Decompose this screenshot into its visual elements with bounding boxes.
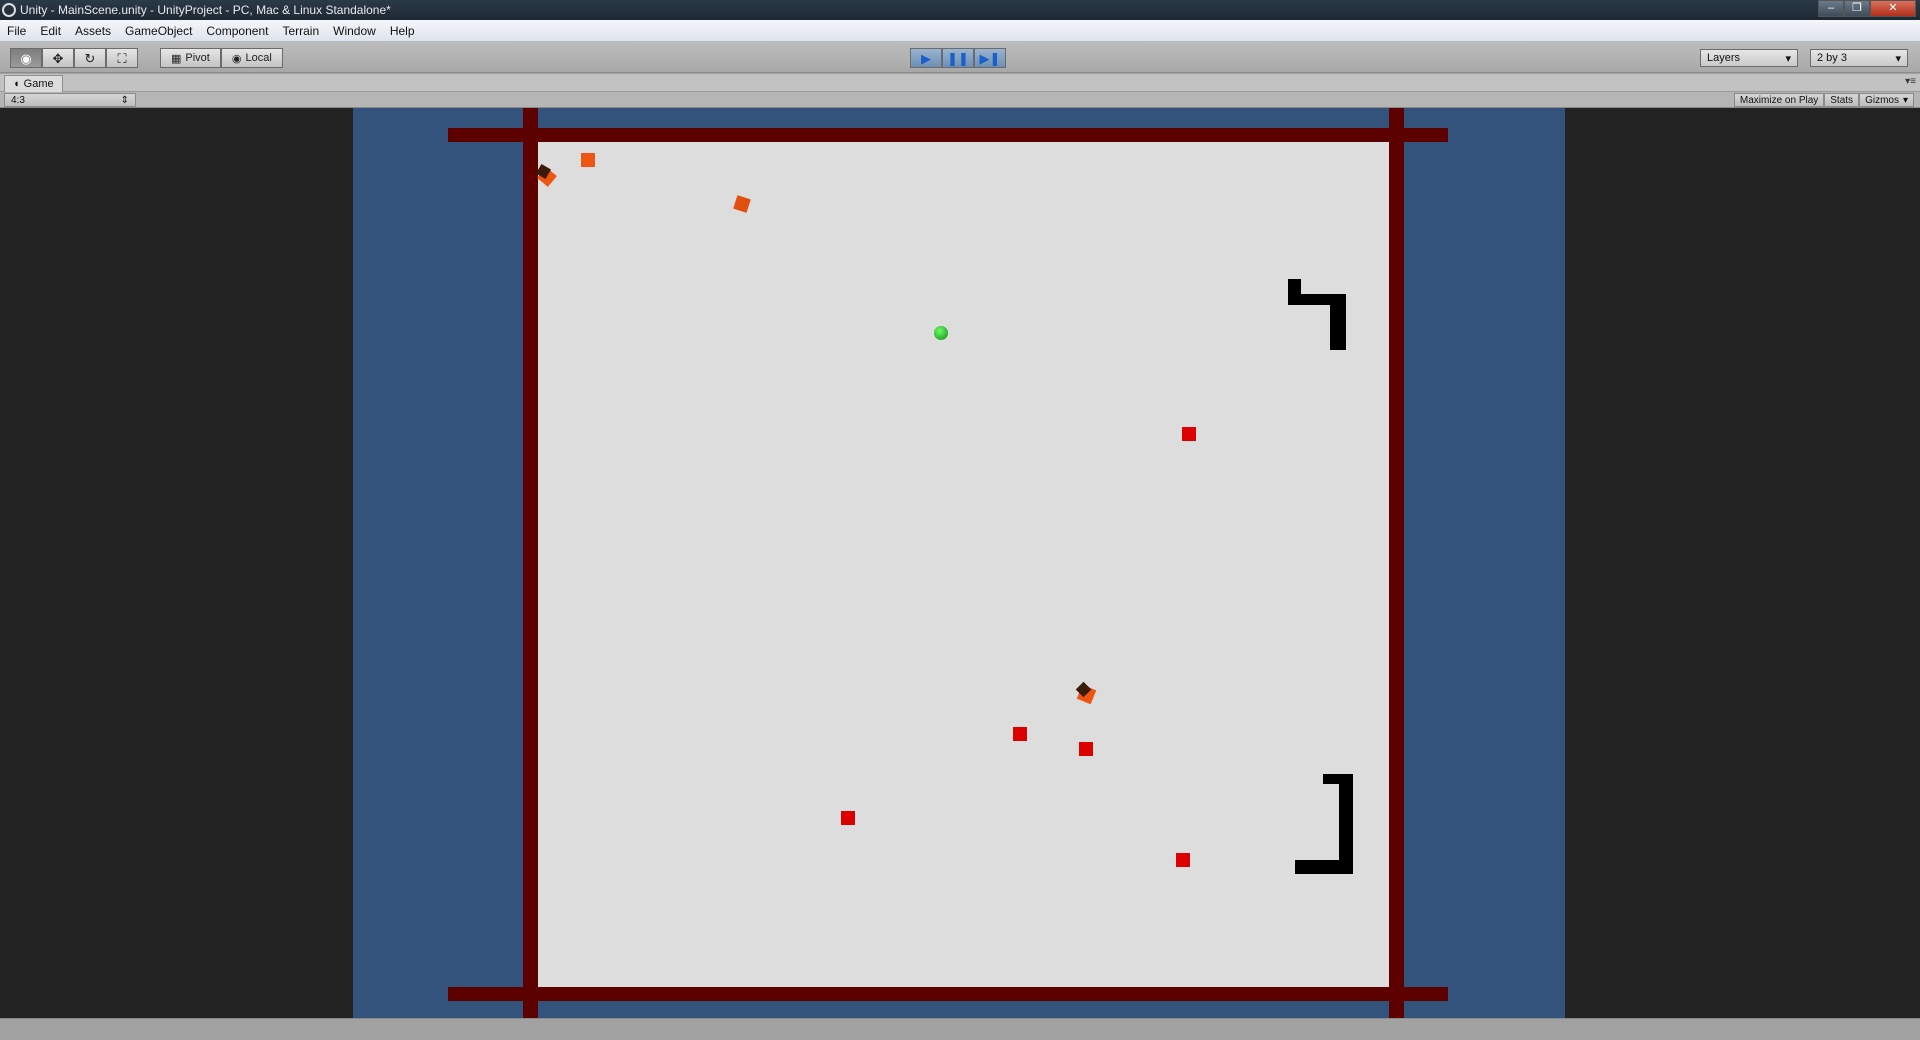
- pivot-label: Pivot: [185, 52, 210, 64]
- obstacle-block: [1295, 860, 1353, 874]
- aspect-label: 4:3: [11, 94, 25, 106]
- toolbar: ◉ ✥ ↻ ⛶ ▦ Pivot ◉ Local ▶ ❚❚ ▶❚ Layers ▾ 2 …: [0, 42, 1920, 73]
- restore-button[interactable]: ❐: [1844, 0, 1870, 17]
- step-button[interactable]: ▶❚: [974, 48, 1006, 68]
- pivot-icon: ▦: [171, 52, 182, 65]
- layout-dropdown[interactable]: 2 by 3 ▾: [1810, 49, 1908, 67]
- pacman-icon: ◖: [13, 78, 20, 90]
- maximize-on-play-button[interactable]: Maximize on Play: [1733, 93, 1825, 107]
- stats-button[interactable]: Stats: [1824, 93, 1860, 107]
- playback-controls: ▶ ❚❚ ▶❚: [910, 48, 1006, 68]
- pickup-cube: [581, 153, 595, 167]
- view-tool-button[interactable]: ◉: [10, 48, 42, 68]
- menu-window[interactable]: Window: [326, 20, 383, 38]
- enemy-cube: [1182, 427, 1196, 441]
- enemy-cube: [1176, 853, 1190, 867]
- pause-icon: ❚❚: [947, 50, 969, 66]
- tab-game[interactable]: ◖ Game: [4, 75, 63, 92]
- tab-game-label: Game: [23, 78, 54, 90]
- menu-bar: File Edit Assets GameObject Component Terrain…: [0, 20, 1920, 42]
- chevron-down-icon: ▾: [1895, 52, 1901, 65]
- gizmos-button[interactable]: Gizmos ▾: [1859, 93, 1914, 107]
- menu-terrain[interactable]: Terrain: [275, 20, 326, 38]
- game-viewport[interactable]: [0, 108, 1920, 1018]
- enemy-cube: [1079, 742, 1093, 756]
- playfield-floor: [538, 142, 1389, 988]
- obstacle-block: [1339, 774, 1353, 874]
- layers-dropdown[interactable]: Layers ▾: [1700, 49, 1798, 67]
- step-icon: ▶❚: [979, 50, 1001, 66]
- menu-file[interactable]: File: [0, 20, 33, 38]
- window-title: Unity - MainScene.unity - UnityProject -…: [20, 3, 391, 17]
- layout-label: 2 by 3: [1817, 52, 1847, 64]
- obstacle-block: [1330, 294, 1346, 350]
- local-icon: ◉: [231, 52, 242, 65]
- rotate-tool-button[interactable]: ↻: [74, 48, 106, 68]
- player-ball: [934, 326, 948, 340]
- game-tab-bar: ◖ Game ▾≡: [0, 74, 1920, 92]
- enemy-cube: [841, 811, 855, 825]
- game-view-buttons: Maximize on Play Stats Gizmos ▾: [1733, 93, 1914, 107]
- menu-gameobject[interactable]: GameObject: [118, 20, 199, 38]
- menu-assets[interactable]: Assets: [68, 20, 118, 38]
- window-controls: – ❐ ✕: [1818, 0, 1916, 18]
- menu-edit[interactable]: Edit: [33, 20, 68, 38]
- wall-bottom: [448, 987, 1448, 1001]
- minimize-button[interactable]: –: [1818, 0, 1844, 17]
- move-tool-button[interactable]: ✥: [42, 48, 74, 68]
- menu-help[interactable]: Help: [383, 20, 422, 38]
- window-titlebar: Unity - MainScene.unity - UnityProject -…: [0, 0, 1920, 20]
- tab-menu-icon[interactable]: ▾≡: [1905, 76, 1916, 87]
- play-icon: ▶: [921, 50, 931, 66]
- handle-toggles: ▦ Pivot ◉ Local: [160, 48, 283, 68]
- close-button[interactable]: ✕: [1870, 0, 1916, 17]
- unity-logo-icon: [2, 3, 16, 17]
- status-bar: [0, 1018, 1920, 1040]
- wall-right: [1389, 108, 1404, 1018]
- rotate-icon: ↻: [84, 50, 96, 66]
- camera-background: [353, 108, 1565, 1018]
- move-arrows-icon: ✥: [52, 50, 64, 66]
- game-view-toolbar: 4:3 ⇕ Maximize on Play Stats Gizmos ▾: [0, 92, 1920, 108]
- eye-icon: ◉: [20, 50, 32, 66]
- pivot-toggle[interactable]: ▦ Pivot: [160, 48, 221, 68]
- menu-component[interactable]: Component: [199, 20, 275, 38]
- updown-icon: ⇕: [120, 94, 129, 106]
- aspect-dropdown[interactable]: 4:3 ⇕: [4, 93, 136, 107]
- chevron-down-icon: ▾: [1785, 52, 1791, 65]
- transform-tools: ◉ ✥ ↻ ⛶: [10, 48, 138, 68]
- scale-icon: ⛶: [117, 50, 127, 66]
- layers-label: Layers: [1707, 52, 1741, 64]
- wall-top: [448, 128, 1448, 142]
- enemy-cube: [1013, 727, 1027, 741]
- wall-left: [523, 108, 538, 1018]
- play-button[interactable]: ▶: [910, 48, 942, 68]
- scale-tool-button[interactable]: ⛶: [106, 48, 138, 68]
- local-toggle[interactable]: ◉ Local: [220, 48, 283, 68]
- gizmos-label: Gizmos: [1865, 94, 1899, 106]
- chevron-down-icon: ▾: [1902, 94, 1908, 106]
- local-label: Local: [245, 52, 272, 64]
- pause-button[interactable]: ❚❚: [942, 48, 974, 68]
